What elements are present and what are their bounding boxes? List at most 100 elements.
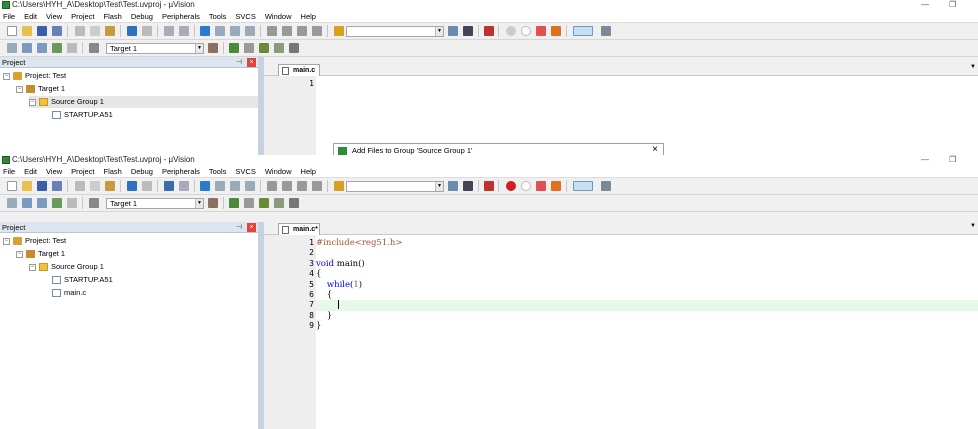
find-icon[interactable] — [448, 26, 458, 36]
tab-main-c[interactable]: main.c* — [278, 223, 320, 235]
target-options-icon[interactable] — [208, 43, 218, 53]
tree-item-source-group[interactable]: − Source Group 1 — [29, 96, 258, 108]
menu-window[interactable]: Window — [265, 10, 292, 23]
tree-item-target[interactable]: − Target 1 — [16, 248, 65, 260]
open-file-icon[interactable] — [22, 181, 32, 191]
rebuild-icon[interactable] — [37, 198, 47, 208]
incremental-find-icon[interactable] — [463, 181, 473, 191]
next-bookmark-icon[interactable] — [230, 26, 240, 36]
download-icon[interactable] — [89, 43, 99, 53]
code-line[interactable]: void main() — [316, 259, 978, 269]
code-line[interactable]: #include<reg51.h> — [316, 238, 978, 248]
close-icon[interactable]: × — [247, 58, 256, 67]
code-line[interactable]: } — [316, 311, 978, 321]
uncomment-icon[interactable] — [312, 26, 322, 36]
bookmark-icon[interactable] — [200, 26, 210, 36]
open-file-icon[interactable] — [22, 26, 32, 36]
file-extensions-icon[interactable] — [244, 198, 254, 208]
target-options-icon[interactable] — [208, 198, 218, 208]
tab-list-icon[interactable]: ▼ — [970, 223, 976, 229]
configure-icon[interactable] — [601, 181, 611, 191]
menu-svcs[interactable]: SVCS — [235, 165, 255, 178]
undo-icon[interactable] — [127, 26, 137, 36]
code-editor[interactable]: #include<reg51.h> void main() { while(1)… — [316, 238, 978, 332]
incremental-find-icon[interactable] — [463, 26, 473, 36]
find-in-files-icon[interactable] — [334, 26, 344, 36]
nav-back-icon[interactable] — [164, 26, 174, 36]
copy-icon[interactable] — [90, 26, 100, 36]
tree-item-startup[interactable]: STARTUP.A51 — [52, 274, 113, 286]
breakpoints-kill-icon[interactable] — [536, 181, 546, 191]
breakpoint-icon[interactable] — [506, 26, 516, 36]
menu-peripherals[interactable]: Peripherals — [162, 165, 200, 178]
translate-icon[interactable] — [7, 198, 17, 208]
nav-forward-icon[interactable] — [179, 181, 189, 191]
window-layout-icon[interactable] — [573, 26, 593, 36]
collapse-icon[interactable]: − — [16, 250, 23, 258]
breakpoint-disable-icon[interactable] — [521, 26, 531, 36]
unindent-icon[interactable] — [282, 26, 292, 36]
batch-build-icon[interactable] — [52, 43, 62, 53]
breakpoints-disable-all-icon[interactable] — [551, 26, 561, 36]
find-combo[interactable]: ▼ — [346, 26, 444, 37]
rebuild-icon[interactable] — [37, 43, 47, 53]
menu-edit[interactable]: Edit — [24, 10, 37, 23]
breakpoint-disable-icon[interactable] — [521, 181, 531, 191]
find-combo[interactable]: ▼ — [346, 181, 444, 192]
tree-item-startup[interactable]: STARTUP.A51 — [52, 109, 113, 121]
code-line[interactable]: while(1) — [316, 280, 978, 290]
code-line[interactable]: { — [316, 269, 978, 279]
menu-view[interactable]: View — [46, 165, 62, 178]
new-file-icon[interactable] — [7, 181, 17, 191]
find-in-files-icon[interactable] — [334, 181, 344, 191]
save-icon[interactable] — [37, 26, 47, 36]
tree-item-project[interactable]: − Project: Test — [3, 70, 66, 82]
clear-bookmarks-icon[interactable] — [245, 26, 255, 36]
manage-components-icon[interactable] — [229, 198, 239, 208]
collapse-icon[interactable]: − — [3, 237, 10, 245]
menu-file[interactable]: File — [3, 10, 15, 23]
tree-item-source-group[interactable]: − Source Group 1 — [29, 261, 104, 273]
next-bookmark-icon[interactable] — [230, 181, 240, 191]
books-icon[interactable] — [289, 43, 299, 53]
file-extensions-icon[interactable] — [244, 43, 254, 53]
undo-icon[interactable] — [127, 181, 137, 191]
code-line[interactable]: } — [316, 321, 978, 331]
restore-button[interactable]: ❐ — [949, 0, 956, 10]
new-file-icon[interactable] — [7, 26, 17, 36]
menu-debug[interactable]: Debug — [131, 165, 153, 178]
menu-flash[interactable]: Flash — [104, 10, 122, 23]
pin-icon[interactable]: ⊣ — [236, 222, 242, 233]
prev-bookmark-icon[interactable] — [215, 26, 225, 36]
paste-icon[interactable] — [105, 181, 115, 191]
batch-build-icon[interactable] — [52, 198, 62, 208]
menu-flash[interactable]: Flash — [104, 165, 122, 178]
collapse-icon[interactable]: − — [29, 98, 36, 106]
menu-project[interactable]: Project — [71, 165, 94, 178]
pin-icon[interactable]: ⊣ — [236, 57, 242, 68]
comment-icon[interactable] — [297, 181, 307, 191]
translate-icon[interactable] — [7, 43, 17, 53]
collapse-icon[interactable]: − — [3, 72, 10, 80]
menu-svcs[interactable]: SVCS — [235, 10, 255, 23]
menu-window[interactable]: Window — [265, 165, 292, 178]
menu-tools[interactable]: Tools — [209, 10, 227, 23]
breakpoints-kill-icon[interactable] — [536, 26, 546, 36]
select-device-icon[interactable] — [274, 198, 284, 208]
pack-installer-icon[interactable] — [259, 198, 269, 208]
tree-item-main-c[interactable]: main.c — [52, 287, 86, 299]
indent-icon[interactable] — [267, 181, 277, 191]
menu-project[interactable]: Project — [71, 10, 94, 23]
debug-start-icon[interactable] — [484, 181, 494, 191]
menu-help[interactable]: Help — [301, 10, 316, 23]
paste-icon[interactable] — [105, 26, 115, 36]
configure-icon[interactable] — [601, 26, 611, 36]
restore-button[interactable]: ❐ — [949, 155, 956, 165]
build-icon[interactable] — [22, 43, 32, 53]
code-line[interactable] — [316, 248, 978, 258]
find-icon[interactable] — [448, 181, 458, 191]
breakpoint-icon[interactable] — [506, 181, 516, 191]
minimize-button[interactable]: — — [921, 0, 929, 10]
manage-components-icon[interactable] — [229, 43, 239, 53]
tree-item-project[interactable]: − Project: Test — [3, 235, 66, 247]
